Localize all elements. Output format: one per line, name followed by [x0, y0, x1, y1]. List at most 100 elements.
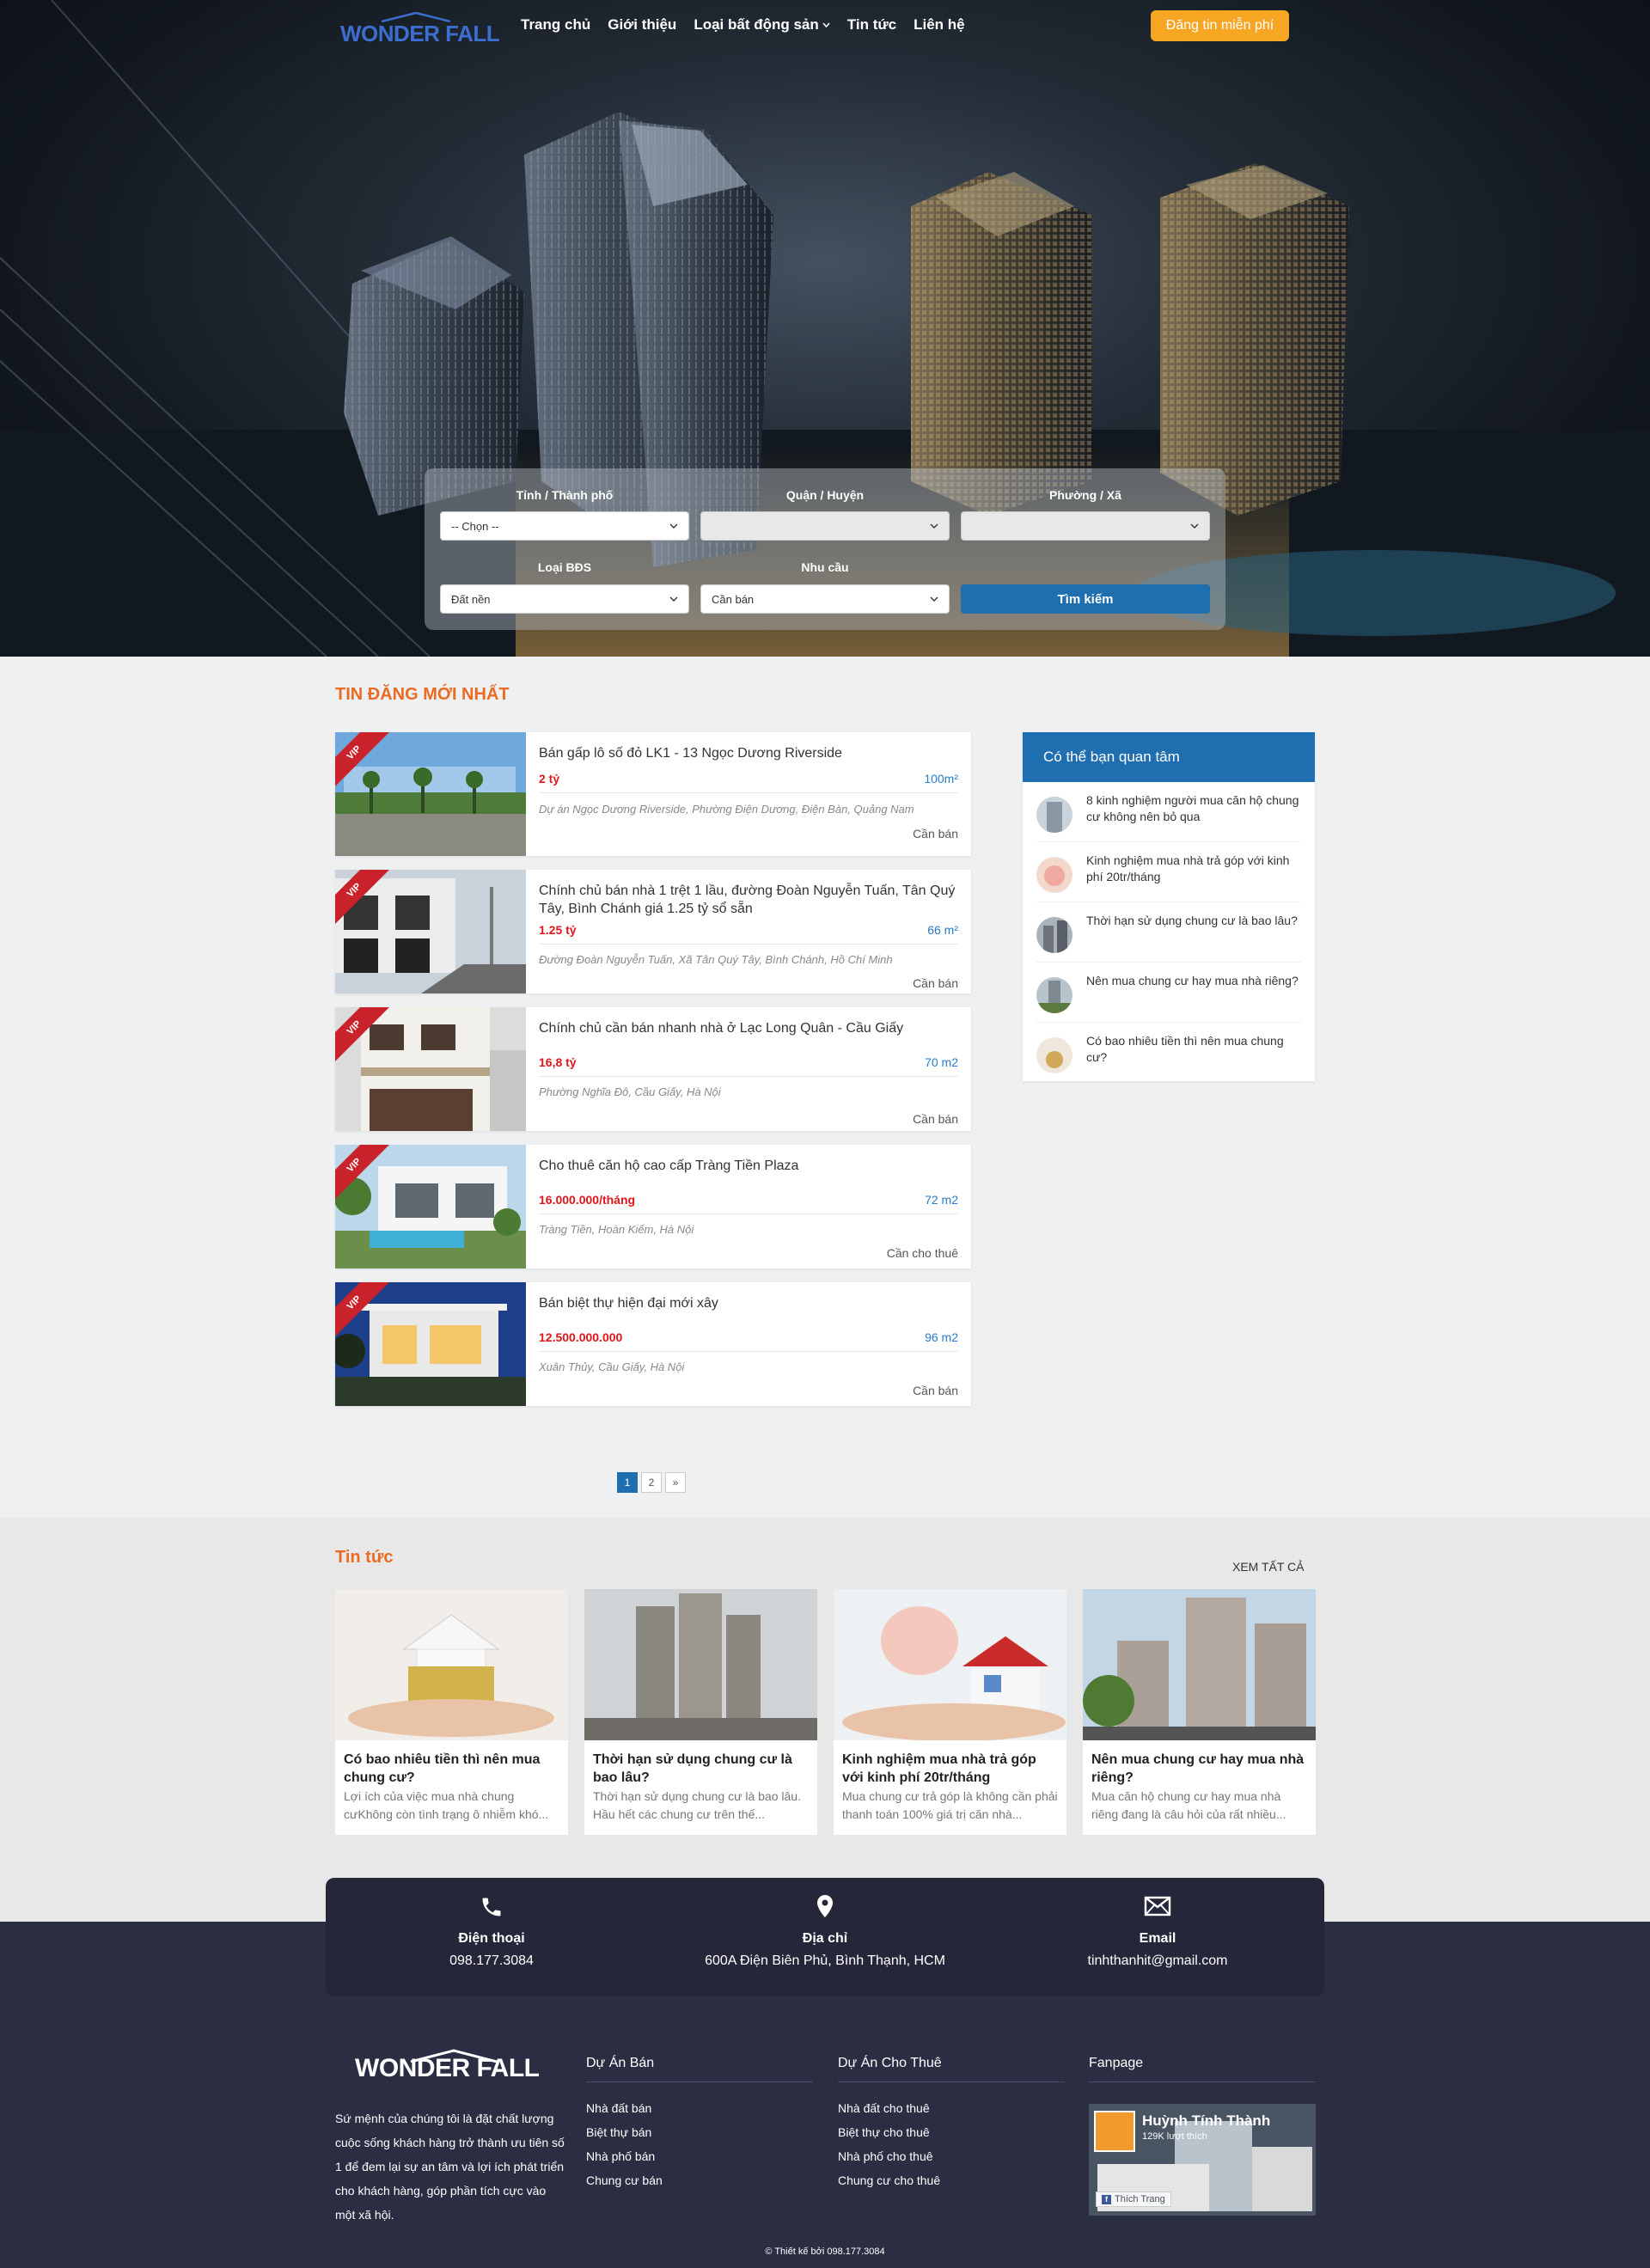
- nav-contact[interactable]: Liên hệ: [914, 16, 965, 34]
- see-all-link[interactable]: XEM TẤT CẢ: [1232, 1560, 1305, 1574]
- contact-address-value: 600A Điện Biên Phủ, Bình Thạnh, HCM: [705, 1953, 945, 1968]
- nav-property-types[interactable]: Loại bất động sản: [694, 16, 830, 34]
- fanpage-name[interactable]: Huỳnh Tính Thành: [1142, 2112, 1270, 2130]
- sidebar-item-title[interactable]: Thời hạn sử dụng chung cư là bao lâu?: [1086, 913, 1299, 929]
- news-card[interactable]: Kinh nghiệm mua nhà trả góp với kinh phí…: [834, 1589, 1066, 1835]
- listing-price: 12.500.000.000: [539, 1330, 623, 1344]
- news-card-desc: Thời hạn sử dụng chung cư là bao lâu. Hầ…: [593, 1789, 801, 1821]
- sidebar-thumb: [1036, 917, 1072, 953]
- contact-email: Email tinhthanhit@gmail.com: [1029, 1895, 1286, 1969]
- listing-price: 2 tỷ: [539, 772, 560, 786]
- listing-address: Đường Đoàn Nguyễn Tuấn, Xã Tân Quý Tây, …: [539, 953, 893, 966]
- listing-title[interactable]: Bán biệt thự hiện đại mới xây: [539, 1294, 960, 1312]
- news-image: [834, 1589, 1066, 1740]
- news-card[interactable]: Có bao nhiêu tiền thì nên mua chung cư? …: [335, 1589, 568, 1835]
- footer-link[interactable]: Nhà đất bán: [586, 2096, 813, 2120]
- news-title: Tin tức: [335, 1548, 394, 1567]
- listing-title[interactable]: Bán gấp lô số đỏ LK1 - 13 Ngọc Dương Riv…: [539, 744, 960, 762]
- listing-address: Dự án Ngọc Dương Riverside, Phường Điện …: [539, 803, 914, 816]
- nav-news[interactable]: Tin tức: [847, 16, 896, 34]
- footer-link[interactable]: Nhà phố cho thuê: [838, 2144, 1065, 2168]
- sidebar-item[interactable]: Nên mua chung cư hay mua nhà riêng?: [1036, 963, 1301, 1023]
- chevron-down-icon: [669, 523, 678, 529]
- news-image: [1083, 1589, 1316, 1740]
- envelope-icon: [1144, 1896, 1171, 1916]
- listing-card[interactable]: VIP Chính chủ bán nhà 1 trệt 1 lầu, đườn…: [335, 870, 971, 993]
- sidebar-thumb: [1036, 977, 1072, 1013]
- news-card[interactable]: Nên mua chung cư hay mua nhà riêng? Mua …: [1083, 1589, 1316, 1835]
- listing-title[interactable]: Chính chủ bán nhà 1 trệt 1 lầu, đường Đo…: [539, 882, 960, 918]
- chevron-down-icon: [930, 596, 938, 602]
- page-2-button[interactable]: 2: [641, 1472, 662, 1493]
- footer-sale-column: Dự Án Bán Nhà đất bán Biệt thự bán Nhà p…: [586, 2056, 813, 2192]
- footer-fanpage-column: Fanpage: [1089, 2056, 1316, 2096]
- listing-type: Cần bán: [913, 827, 958, 841]
- footer-link[interactable]: Biệt thự cho thuê: [838, 2120, 1065, 2144]
- need-select[interactable]: Cần bán: [700, 584, 950, 614]
- news-card[interactable]: Thời hạn sử dụng chung cư là bao lâu? Th…: [584, 1589, 817, 1835]
- sidebar-item-title[interactable]: Kinh nghiệm mua nhà trả góp với kinh phí…: [1086, 853, 1299, 885]
- listing-area: 66 m²: [927, 923, 958, 937]
- nav-home[interactable]: Trang chủ: [521, 16, 590, 34]
- news-card-title[interactable]: Nên mua chung cư hay mua nhà riêng?: [1091, 1751, 1308, 1787]
- footer-logo[interactable]: WONDER FALL: [355, 2054, 540, 2083]
- pagination: 1 2 »: [617, 1472, 686, 1493]
- contact-phone-value[interactable]: 098.177.3084: [363, 1953, 620, 1969]
- contact-address: Địa chỉ 600A Điện Biên Phủ, Bình Thạnh, …: [696, 1895, 954, 1969]
- fanpage-like-button[interactable]: f Thích Trang: [1096, 2192, 1171, 2207]
- need-select-value: Cần bán: [712, 592, 755, 606]
- footer-link[interactable]: Biệt thự bán: [586, 2120, 813, 2144]
- phone-icon: [482, 1898, 501, 1916]
- property-type-label: Loại BĐS: [537, 560, 592, 574]
- footer-link[interactable]: Chung cư bán: [586, 2168, 813, 2192]
- sidebar-item[interactable]: Có bao nhiêu tiền thì nên mua chung cư?: [1036, 1023, 1301, 1083]
- chevron-down-icon: [930, 523, 938, 529]
- listing-title[interactable]: Chính chủ cần bán nhanh nhà ở Lạc Long Q…: [539, 1019, 960, 1037]
- listing-card[interactable]: VIP Bán biệt thự hiện đại mới xây 12.500…: [335, 1282, 971, 1406]
- divider: [539, 1076, 958, 1077]
- footer-sale-title: Dự Án Bán: [586, 2056, 813, 2082]
- post-free-button[interactable]: Đăng tin miễn phí: [1151, 10, 1289, 41]
- contact-email-value[interactable]: tinhthanhit@gmail.com: [1029, 1953, 1286, 1969]
- province-select-value: -- Chọn --: [451, 519, 499, 533]
- sidebar-item[interactable]: Thời hạn sử dụng chung cư là bao lâu?: [1036, 902, 1301, 963]
- listing-card[interactable]: VIP Chính chủ cần bán nhanh nhà ở Lạc Lo…: [335, 1007, 971, 1131]
- listing-address: Tràng Tiền, Hoàn Kiếm, Hà Nội: [539, 1223, 694, 1236]
- footer-rent-title: Dự Án Cho Thuê: [838, 2056, 1065, 2082]
- sidebar-item-title[interactable]: Nên mua chung cư hay mua nhà riêng?: [1086, 973, 1299, 989]
- footer-link[interactable]: Nhà đất cho thuê: [838, 2096, 1065, 2120]
- footer-fanpage-title: Fanpage: [1089, 2056, 1316, 2082]
- page-1-button[interactable]: 1: [617, 1472, 638, 1493]
- news-card-title[interactable]: Có bao nhiêu tiền thì nên mua chung cư?: [344, 1751, 560, 1787]
- listing-area: 100m²: [924, 772, 958, 786]
- search-button[interactable]: Tìm kiếm: [961, 584, 1210, 614]
- listing-card[interactable]: VIP Cho thuê căn hộ cao cấp Tràng Tiền P…: [335, 1145, 971, 1268]
- sidebar-thumb: [1036, 797, 1072, 833]
- listing-type: Cần cho thuê: [886, 1246, 958, 1260]
- sidebar-item[interactable]: Kinh nghiệm mua nhà trả góp với kinh phí…: [1036, 842, 1301, 902]
- listing-area: 96 m2: [925, 1330, 958, 1344]
- ward-select[interactable]: [961, 511, 1210, 541]
- footer-link[interactable]: Chung cư cho thuê: [838, 2168, 1065, 2192]
- sidebar-item-title[interactable]: Có bao nhiêu tiền thì nên mua chung cư?: [1086, 1033, 1299, 1066]
- province-select[interactable]: -- Chọn --: [440, 511, 689, 541]
- sidebar-thumb: [1036, 1037, 1072, 1073]
- nav-about[interactable]: Giới thiệu: [608, 16, 676, 34]
- next-page-button[interactable]: »: [665, 1472, 686, 1493]
- news-image: [335, 1589, 568, 1740]
- listing-card[interactable]: VIP Bán gấp lô số đỏ LK1 - 13 Ngọc Dương…: [335, 732, 971, 856]
- site-logo[interactable]: WONDER FALL: [340, 12, 500, 46]
- fanpage-avatar: [1094, 2111, 1135, 2152]
- news-card-title[interactable]: Kinh nghiệm mua nhà trả góp với kinh phí…: [842, 1751, 1059, 1787]
- fanpage-widget[interactable]: Huỳnh Tính Thành 129K lượt thích f Thích …: [1089, 2104, 1316, 2216]
- map-pin-icon: [817, 1895, 833, 1917]
- news-card-title[interactable]: Thời hạn sử dụng chung cư là bao lâu?: [593, 1751, 810, 1787]
- property-type-select[interactable]: Đất nền: [440, 584, 689, 614]
- footer-link[interactable]: Nhà phố bán: [586, 2144, 813, 2168]
- listing-title[interactable]: Cho thuê căn hộ cao cấp Tràng Tiền Plaza: [539, 1157, 960, 1175]
- sidebar-item[interactable]: 8 kinh nghiệm người mua căn hộ chung cư …: [1036, 782, 1301, 842]
- divider: [539, 792, 958, 793]
- district-select[interactable]: [700, 511, 950, 541]
- sidebar-item-title[interactable]: 8 kinh nghiệm người mua căn hộ chung cư …: [1086, 792, 1299, 825]
- chevron-down-icon: [669, 596, 678, 602]
